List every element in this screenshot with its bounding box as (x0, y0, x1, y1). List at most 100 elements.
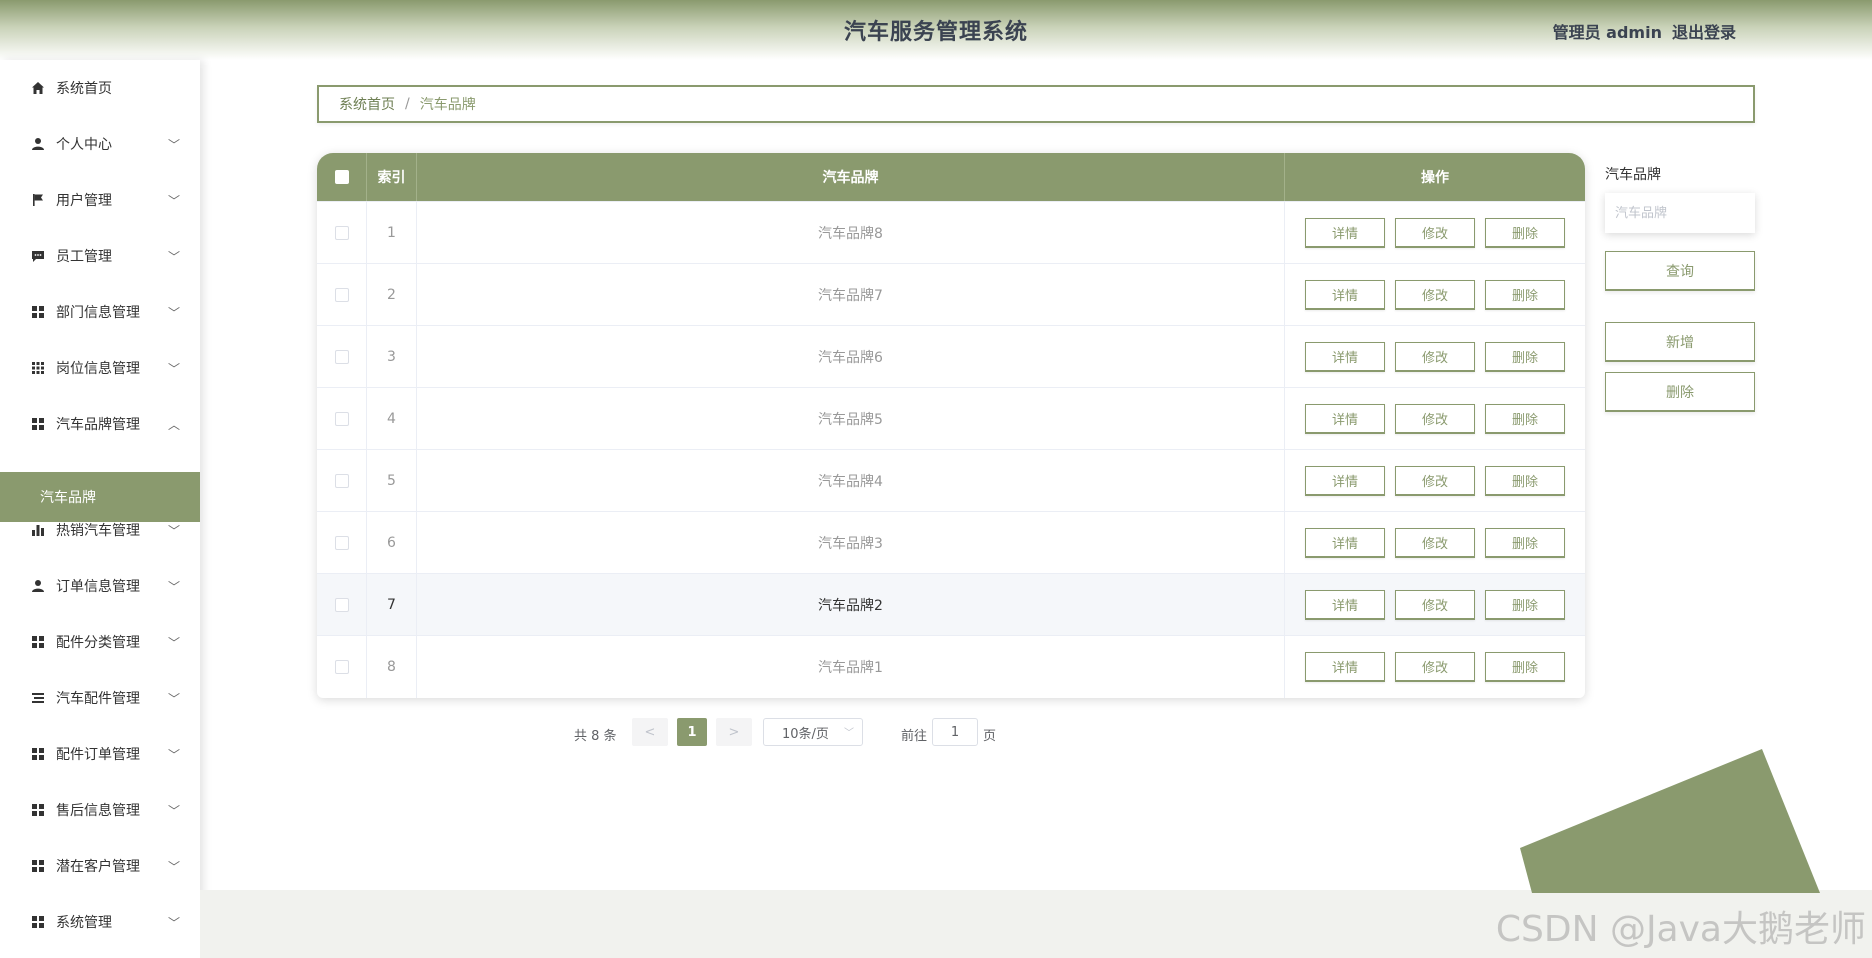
edit-button[interactable]: 修改 (1395, 404, 1475, 434)
column-header-brand: 汽车品牌 (417, 153, 1285, 201)
sidebar-item-3[interactable]: 用户管理 ﹀ (0, 180, 200, 220)
row-actions: 详情 修改 删除 (1285, 636, 1585, 698)
row-checkbox[interactable] (334, 412, 349, 426)
edit-button[interactable]: 修改 (1395, 528, 1475, 558)
pagination-total: 共 8 条 (574, 729, 617, 744)
search-label: 汽车品牌 (1605, 167, 1661, 183)
delete-button[interactable]: 删除 (1485, 590, 1565, 620)
sidebar-item-5[interactable]: 部门信息管理 ﹀ (0, 292, 200, 332)
next-page-button[interactable]: > (716, 718, 752, 746)
query-button[interactable]: 查询 (1605, 251, 1755, 291)
page-1-button[interactable]: 1 (677, 718, 707, 746)
row-checkbox[interactable] (334, 598, 349, 612)
delete-button[interactable]: 删除 (1485, 404, 1565, 434)
row-brand: 汽车品牌6 (417, 326, 1285, 388)
sidebar-item-1[interactable]: 系统首页 (0, 68, 200, 108)
edit-button[interactable]: 修改 (1395, 652, 1475, 682)
row-index: 2 (367, 264, 417, 326)
sidebar-item-11[interactable]: 汽车配件管理 ﹀ (0, 678, 200, 718)
table-row[interactable]: 7 汽车品牌2 详情 修改 删除 (317, 573, 1585, 636)
edit-button[interactable]: 修改 (1395, 342, 1475, 372)
select-all-checkbox[interactable] (334, 170, 349, 184)
sidebar-item-12[interactable]: 配件订单管理 ﹀ (0, 734, 200, 774)
detail-button[interactable]: 详情 (1305, 218, 1385, 248)
row-index: 8 (367, 636, 417, 698)
row-index: 1 (367, 202, 417, 264)
table-row[interactable]: 1 汽车品牌8 详情 修改 删除 (317, 201, 1585, 264)
row-actions: 详情 修改 删除 (1285, 202, 1585, 264)
sidebar-item-label: 热销汽车管理 (56, 523, 140, 539)
delete-button[interactable]: 删除 (1485, 466, 1565, 496)
detail-button[interactable]: 详情 (1305, 280, 1385, 310)
delete-button[interactable]: 删除 (1485, 652, 1565, 682)
edit-button[interactable]: 修改 (1395, 466, 1475, 496)
sidebar-item-14[interactable]: 潜在客户管理 ﹀ (0, 846, 200, 886)
sidebar-item-label: 系统首页 (56, 81, 112, 97)
breadcrumb-home[interactable]: 系统首页 (339, 94, 395, 114)
sidebar-item-label: 个人中心 (56, 137, 112, 153)
table-row[interactable]: 6 汽车品牌3 详情 修改 删除 (317, 511, 1585, 574)
table-row[interactable]: 4 汽车品牌5 详情 修改 删除 (317, 387, 1585, 450)
detail-button[interactable]: 详情 (1305, 528, 1385, 558)
row-checkbox[interactable] (334, 474, 349, 488)
row-index: 5 (367, 450, 417, 512)
edit-button[interactable]: 修改 (1395, 218, 1475, 248)
sidebar-item-9[interactable]: 订单信息管理 ﹀ (0, 566, 200, 606)
detail-button[interactable]: 详情 (1305, 652, 1385, 682)
detail-button[interactable]: 详情 (1305, 466, 1385, 496)
sidebar-item-15[interactable]: 系统管理 ﹀ (0, 902, 200, 942)
row-actions: 详情 修改 删除 (1285, 326, 1585, 388)
row-checkbox[interactable] (334, 226, 349, 240)
delete-button[interactable]: 删除 (1485, 528, 1565, 558)
delete-button[interactable]: 删除 (1485, 342, 1565, 372)
sidebar: 汽车品牌 系统首页 个人中心 ﹀ 用户管理 ﹀ 员工管理 ﹀ 部门信息管理 ﹀ 岗位信息管理 ﹀ 汽车… (0, 60, 200, 958)
edit-button[interactable]: 修改 (1395, 280, 1475, 310)
detail-button[interactable]: 详情 (1305, 404, 1385, 434)
logout-link[interactable]: 退出登录 (1672, 19, 1736, 43)
sidebar-item-7[interactable]: 汽车品牌管理 ︿ (0, 404, 200, 444)
sidebar-item-2[interactable]: 个人中心 ﹀ (0, 124, 200, 164)
row-checkbox[interactable] (334, 536, 349, 550)
delete-button[interactable]: 删除 (1485, 218, 1565, 248)
row-select-cell (317, 264, 367, 326)
chat-icon (30, 248, 46, 264)
grid-icon (30, 304, 46, 320)
sidebar-item-10[interactable]: 配件分类管理 ﹀ (0, 622, 200, 662)
sidebar-item-13[interactable]: 售后信息管理 ﹀ (0, 790, 200, 830)
table-row[interactable]: 8 汽车品牌1 详情 修改 删除 (317, 635, 1585, 698)
row-checkbox[interactable] (334, 660, 349, 674)
brand-search-input[interactable] (1605, 193, 1755, 233)
chevron-down-icon: ﹀ (168, 305, 181, 320)
goto-page-input[interactable] (932, 718, 978, 746)
detail-button[interactable]: 详情 (1305, 342, 1385, 372)
breadcrumb-current: 汽车品牌 (419, 97, 476, 113)
sidebar-item-6[interactable]: 岗位信息管理 ﹀ (0, 348, 200, 388)
table-row[interactable]: 2 汽车品牌7 详情 修改 删除 (317, 263, 1585, 326)
sidebar-item-4[interactable]: 员工管理 ﹀ (0, 236, 200, 276)
sidebar-item-8[interactable]: 热销汽车管理 ﹀ (0, 510, 200, 550)
breadcrumb: 系统首页 / 汽车品牌 (317, 85, 1755, 123)
prev-page-button[interactable]: < (632, 718, 668, 746)
edit-button[interactable]: 修改 (1395, 590, 1475, 620)
row-checkbox[interactable] (334, 350, 349, 364)
add-button[interactable]: 新增 (1605, 322, 1755, 362)
page-suffix: 页 (983, 729, 997, 744)
table-row[interactable]: 3 汽车品牌6 详情 修改 删除 (317, 325, 1585, 388)
table-header: 索引 汽车品牌 操作 (317, 153, 1585, 201)
row-select-cell (317, 450, 367, 512)
batch-delete-button[interactable]: 删除 (1605, 372, 1755, 412)
sidebar-subitem-label: 汽车品牌 (40, 490, 96, 506)
chevron-down-icon: ﹀ (168, 193, 181, 208)
breadcrumb-separator: / (405, 96, 410, 112)
delete-button[interactable]: 删除 (1485, 280, 1565, 310)
top-header: 汽车服务管理系统 管理员 admin 退出登录 (0, 0, 1872, 60)
row-checkbox[interactable] (334, 288, 349, 302)
row-index: 3 (367, 326, 417, 388)
row-brand: 汽车品牌8 (417, 202, 1285, 264)
page-size-select[interactable]: 10条/页 ﹀ (763, 718, 863, 746)
goto-label: 前往 (901, 729, 928, 744)
detail-button[interactable]: 详情 (1305, 590, 1385, 620)
chevron-down-icon: ﹀ (168, 859, 181, 874)
sidebar-item-label: 汽车配件管理 (56, 691, 140, 707)
table-row[interactable]: 5 汽车品牌4 详情 修改 删除 (317, 449, 1585, 512)
